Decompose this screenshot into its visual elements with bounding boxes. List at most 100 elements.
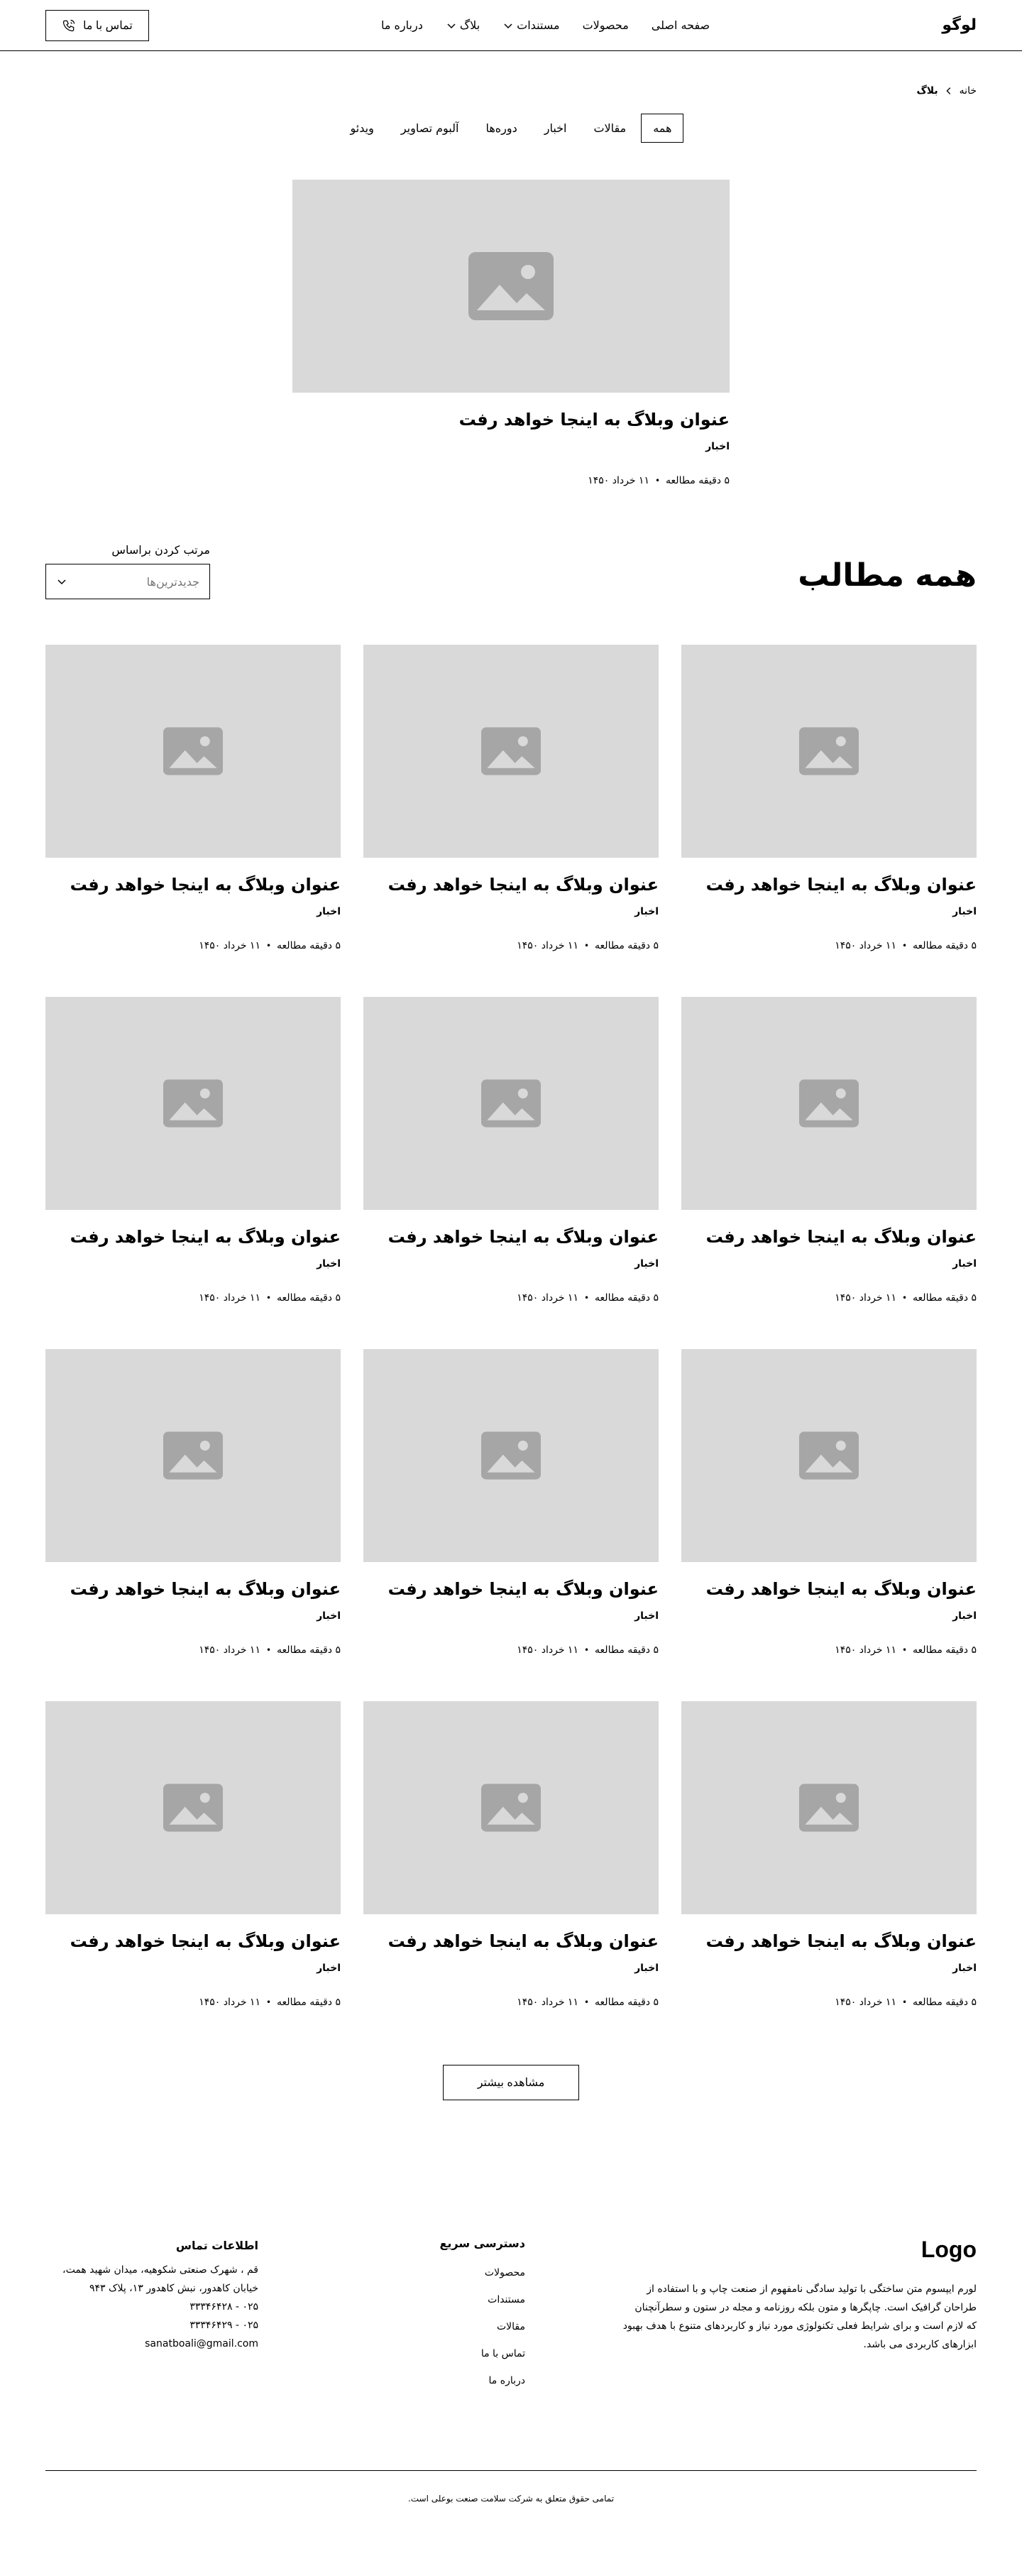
post-card[interactable]: عنوان وبلاگ به اینجا خواهد رفت اخبار ۵ د… xyxy=(363,997,659,1304)
meta-separator: • xyxy=(654,476,661,486)
all-posts-header: همه مطالب مرتب کردن براساس جدیدترین‌ها xyxy=(0,543,1022,599)
footer-link-contact[interactable]: تماس با ما xyxy=(481,2348,525,2359)
chevron-left-icon xyxy=(946,87,950,94)
read-time: ۵ دقیقه مطالعه xyxy=(277,1292,341,1304)
post-card[interactable]: عنوان وبلاگ به اینجا خواهد رفت اخبار ۵ د… xyxy=(363,645,659,951)
post-card[interactable]: عنوان وبلاگ به اینجا خواهد رفت اخبار ۵ د… xyxy=(681,1349,977,1656)
read-time: ۵ دقیقه مطالعه xyxy=(277,1644,341,1656)
post-meta: ۵ دقیقه مطالعه • ۱۱ خرداد ۱۴۵۰ xyxy=(681,1644,977,1656)
tab-gallery[interactable]: آلبوم تصاویر xyxy=(389,114,471,143)
footer-logo[interactable]: Logo xyxy=(622,2237,977,2263)
contact-address: قم ، شهرک صنعتی شکوهیه، میدان شهید همت، … xyxy=(62,2264,258,2294)
post-meta: ۵ دقیقه مطالعه • ۱۱ خرداد ۱۴۵۰ xyxy=(363,1997,659,2008)
contact-phone-1[interactable]: ۰۲۵ - ۳۳۳۴۶۴۲۸ xyxy=(45,2298,258,2316)
post-card[interactable]: عنوان وبلاگ به اینجا خواهد رفت اخبار ۵ د… xyxy=(681,645,977,951)
post-card[interactable]: عنوان وبلاگ به اینجا خواهد رفت اخبار ۵ د… xyxy=(45,997,341,1304)
meta-separator: • xyxy=(265,1997,272,2007)
featured-post[interactable]: عنوان وبلاگ به اینجا خواهد رفت اخبار ۵ د… xyxy=(292,180,730,486)
read-time: ۵ دقیقه مطالعه xyxy=(277,1997,341,2008)
image-placeholder-icon xyxy=(163,1784,223,1832)
image-placeholder-icon xyxy=(481,1784,541,1832)
contact-button[interactable]: تماس با ما xyxy=(45,9,149,41)
post-image[interactable] xyxy=(681,997,977,1210)
post-title[interactable]: عنوان وبلاگ به اینجا خواهد رفت xyxy=(681,1931,977,1951)
tab-news[interactable]: اخبار xyxy=(532,114,579,143)
tab-courses[interactable]: دوره‌ها xyxy=(473,114,529,143)
post-title[interactable]: عنوان وبلاگ به اینجا خواهد رفت xyxy=(681,875,977,895)
tab-articles[interactable]: مقالات xyxy=(581,114,638,143)
footer-link-articles[interactable]: مقالات xyxy=(497,2321,525,2332)
posts-grid: عنوان وبلاگ به اینجا خواهد رفت اخبار ۵ د… xyxy=(0,645,1022,2008)
nav-docs-label: مستندات xyxy=(517,18,560,32)
post-card[interactable]: عنوان وبلاگ به اینجا خواهد رفت اخبار ۵ د… xyxy=(681,997,977,1304)
post-category: اخبار xyxy=(634,906,659,917)
post-image[interactable] xyxy=(45,1701,341,1914)
post-image[interactable] xyxy=(681,1701,977,1914)
post-image[interactable] xyxy=(363,997,659,1210)
post-card[interactable]: عنوان وبلاگ به اینجا خواهد رفت اخبار ۵ د… xyxy=(45,1701,341,2008)
post-title[interactable]: عنوان وبلاگ به اینجا خواهد رفت xyxy=(681,1227,977,1247)
post-date: ۱۱ خرداد ۱۴۵۰ xyxy=(835,1997,896,2008)
meta-separator: • xyxy=(265,941,272,951)
post-title[interactable]: عنوان وبلاگ به اینجا خواهد رفت xyxy=(363,1227,659,1247)
featured-meta: ۵ دقیقه مطالعه • ۱۱ خرداد ۱۴۵۰ xyxy=(292,475,730,486)
footer-link-docs[interactable]: مستندات xyxy=(488,2294,525,2305)
nav-blog[interactable]: بلاگ xyxy=(446,18,480,32)
read-time: ۵ دقیقه مطالعه xyxy=(595,1292,659,1304)
footer-link-about[interactable]: درباره ما xyxy=(489,2375,525,2386)
post-image[interactable] xyxy=(363,1701,659,1914)
post-card[interactable]: عنوان وبلاگ به اینجا خواهد رفت اخبار ۵ د… xyxy=(363,1701,659,2008)
post-image[interactable] xyxy=(45,997,341,1210)
breadcrumb-home[interactable]: خانه xyxy=(960,85,977,97)
sort-select[interactable]: جدیدترین‌ها xyxy=(45,564,210,599)
post-date: ۱۱ خرداد ۱۴۵۰ xyxy=(199,940,260,951)
post-title[interactable]: عنوان وبلاگ به اینجا خواهد رفت xyxy=(363,1931,659,1951)
logo[interactable]: لوگو xyxy=(942,16,977,34)
contact-email[interactable]: sanatboali@gmail.com xyxy=(45,2335,258,2353)
nav-products[interactable]: محصولات xyxy=(583,18,629,32)
post-title[interactable]: عنوان وبلاگ به اینجا خواهد رفت xyxy=(363,875,659,895)
post-card[interactable]: عنوان وبلاگ به اینجا خواهد رفت اخبار ۵ د… xyxy=(681,1701,977,2008)
post-card[interactable]: عنوان وبلاگ به اینجا خواهد رفت اخبار ۵ د… xyxy=(45,645,341,951)
post-title[interactable]: عنوان وبلاگ به اینجا خواهد رفت xyxy=(45,1579,341,1599)
featured-title[interactable]: عنوان وبلاگ به اینجا خواهد رفت xyxy=(292,410,730,430)
nav-docs[interactable]: مستندات xyxy=(502,18,560,32)
post-image[interactable] xyxy=(45,645,341,858)
load-more-button[interactable]: مشاهده بیشتر xyxy=(443,2065,579,2100)
post-card[interactable]: عنوان وبلاگ به اینجا خواهد رفت اخبار ۵ د… xyxy=(363,1349,659,1656)
footer-columns: Logo لورم ایپسوم متن ساختگی با تولید ساد… xyxy=(45,2237,977,2402)
featured-image[interactable] xyxy=(292,180,730,393)
post-category: اخبار xyxy=(634,1258,659,1270)
post-image[interactable] xyxy=(45,1349,341,1562)
image-placeholder-icon xyxy=(481,1079,541,1128)
post-date: ۱۱ خرداد ۱۴۵۰ xyxy=(835,1292,896,1304)
read-time: ۵ دقیقه مطالعه xyxy=(913,1997,977,2008)
post-image[interactable] xyxy=(363,1349,659,1562)
post-title[interactable]: عنوان وبلاگ به اینجا خواهد رفت xyxy=(45,1227,341,1247)
contact-phone-2[interactable]: ۰۲۵ - ۳۳۳۴۶۴۲۹ xyxy=(45,2316,258,2335)
phone-icon xyxy=(62,19,75,31)
post-title[interactable]: عنوان وبلاگ به اینجا خواهد رفت xyxy=(681,1579,977,1599)
tab-video[interactable]: ویدئو xyxy=(339,114,386,143)
image-placeholder-icon xyxy=(799,1431,859,1480)
image-placeholder-icon xyxy=(799,1079,859,1128)
post-title[interactable]: عنوان وبلاگ به اینجا خواهد رفت xyxy=(45,1931,341,1951)
post-category: اخبار xyxy=(317,906,341,917)
post-category: اخبار xyxy=(634,1610,659,1622)
image-placeholder-icon xyxy=(799,727,859,775)
post-image[interactable] xyxy=(363,645,659,858)
post-title[interactable]: عنوان وبلاگ به اینجا خواهد رفت xyxy=(45,875,341,895)
nav-home[interactable]: صفحه اصلی xyxy=(652,18,710,32)
post-category: اخبار xyxy=(952,906,977,917)
post-image[interactable] xyxy=(681,645,977,858)
meta-separator: • xyxy=(265,1645,272,1655)
navbar: لوگو صفحه اصلی محصولات مستندات بلاگ دربا… xyxy=(0,0,1022,51)
nav-about[interactable]: درباره ما xyxy=(381,18,423,32)
footer-quick-links: دسترسی سریع محصولات مستندات مقالات تماس … xyxy=(355,2237,525,2402)
post-image[interactable] xyxy=(681,1349,977,1562)
post-card[interactable]: عنوان وبلاگ به اینجا خواهد رفت اخبار ۵ د… xyxy=(45,1349,341,1656)
chevron-down-icon xyxy=(57,579,66,585)
tab-all[interactable]: همه xyxy=(641,114,684,143)
footer-link-products[interactable]: محصولات xyxy=(485,2267,525,2278)
post-title[interactable]: عنوان وبلاگ به اینجا خواهد رفت xyxy=(363,1579,659,1599)
